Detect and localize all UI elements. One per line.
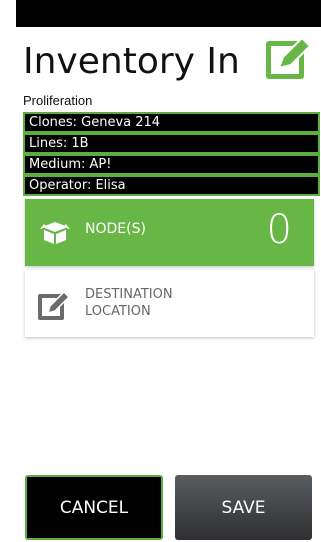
box-icon bbox=[40, 222, 70, 244]
status-bar bbox=[16, 0, 321, 27]
cancel-button[interactable]: CANCEL bbox=[25, 475, 163, 540]
checkbox-edit-icon[interactable] bbox=[264, 35, 312, 83]
info-operator: Operator: Elisa bbox=[23, 175, 320, 196]
node-label: NODE(S) bbox=[85, 221, 146, 237]
node-card[interactable]: NODE(S) 0 bbox=[25, 199, 314, 266]
node-count: 0 bbox=[266, 207, 292, 253]
page-title: Inventory In bbox=[23, 41, 240, 82]
info-clones: Clones: Geneva 214 bbox=[23, 112, 320, 133]
destination-label: DESTINATION LOCATION bbox=[85, 287, 173, 319]
edit-icon bbox=[38, 290, 71, 320]
info-medium: Medium: AP! bbox=[23, 154, 320, 175]
save-button[interactable]: SAVE bbox=[175, 475, 312, 540]
page-subtitle: Proliferation bbox=[23, 93, 93, 108]
destination-card[interactable]: DESTINATION LOCATION bbox=[25, 270, 314, 337]
info-lines: Lines: 1B bbox=[23, 133, 320, 154]
